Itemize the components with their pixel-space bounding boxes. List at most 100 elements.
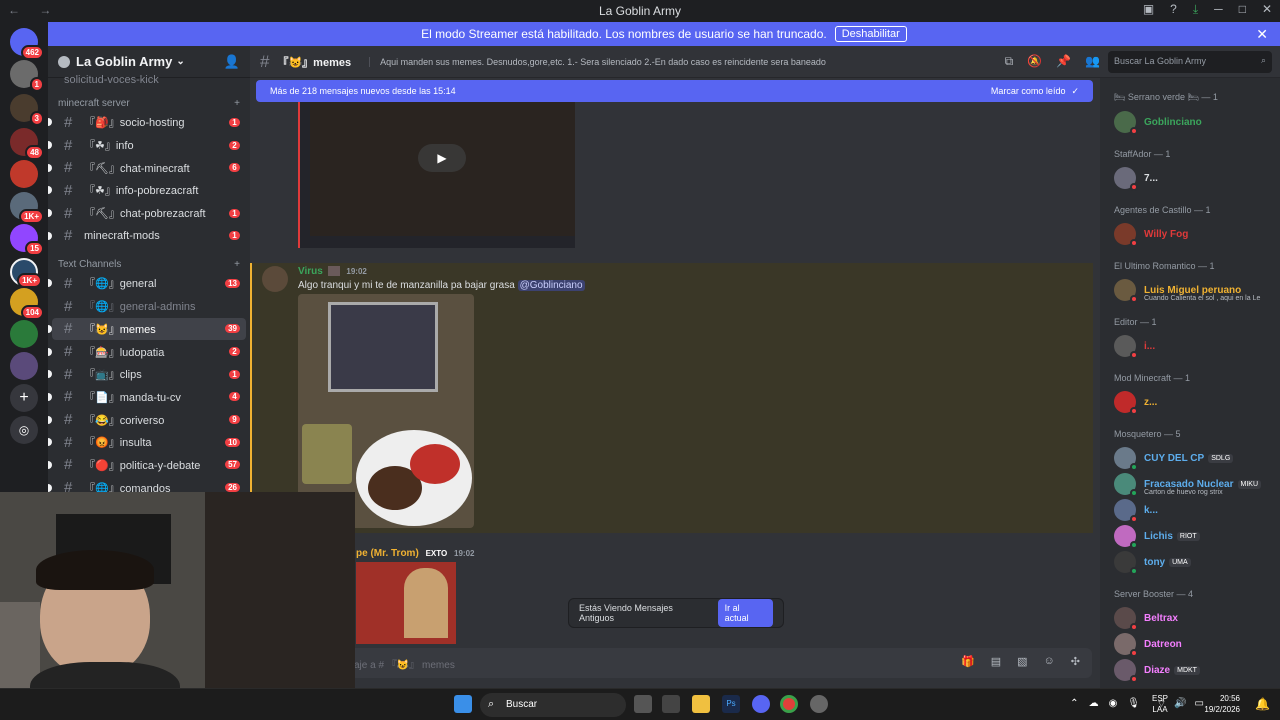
channel-item[interactable]: # 『📄』manda-tu-cv 4 [48, 386, 246, 409]
microphone-icon[interactable]: 🎙 [1127, 698, 1140, 709]
cloud-icon[interactable]: ☁ [1089, 698, 1099, 709]
member-item[interactable]: z... [1100, 389, 1280, 415]
author-name[interactable]: Virus [298, 266, 323, 277]
mark-read-button[interactable]: Marcar como leído [991, 86, 1066, 96]
explore-icon[interactable]: ◎ [10, 416, 38, 444]
app-icon[interactable] [662, 695, 680, 713]
channel-item[interactable]: # 『😂』coriverso 9 [48, 408, 246, 431]
member-item[interactable]: Fracasado Nuclear MIKU Carton de huevo rog… [1100, 471, 1280, 497]
jump-to-present-button[interactable]: Ir al actual [717, 599, 773, 627]
member-item[interactable]: CUY DEL CP SDLG [1100, 445, 1280, 471]
new-messages-bar[interactable]: Más de 218 mensajes nuevos desde las 15:… [256, 80, 1093, 102]
clock[interactable]: 20:56 19/2/2026 [1204, 693, 1240, 715]
channel-item[interactable]: # 『🎒』socio-hosting 1 [48, 111, 246, 134]
member-item[interactable]: Goblinciano [1100, 109, 1280, 135]
server-icon[interactable] [10, 160, 38, 188]
channel-topic[interactable]: Aqui manden sus memes. Desnudos,gore,etc… [369, 56, 826, 67]
server-icon[interactable] [10, 320, 38, 348]
app-icon[interactable] [810, 695, 828, 713]
member-item[interactable]: k... [1100, 497, 1280, 523]
maximize-button[interactable]: □ [1239, 2, 1246, 17]
channel-item[interactable]: # 『📺』clips 1 [48, 363, 246, 386]
apps-icon[interactable]: ✣ [1071, 655, 1080, 668]
emoji-icon[interactable]: ☺ [1044, 655, 1055, 668]
channel-item[interactable]: # 『🌐』general 13 [48, 272, 246, 295]
inbox-icon[interactable]: ▣ [1143, 2, 1154, 17]
invite-people-icon[interactable]: 👤 [224, 54, 240, 70]
banner-close-icon[interactable]: ✕ [1256, 26, 1268, 43]
discord-taskbar-icon[interactable] [752, 695, 770, 713]
member-item[interactable]: Lichis RIOT [1100, 523, 1280, 549]
channel-item[interactable]: # minecraft-mods 1 [48, 224, 246, 247]
channel-item[interactable]: # 『🌐』general-admins [52, 295, 246, 318]
gif-icon[interactable]: ▤ [991, 655, 1001, 668]
threads-icon[interactable]: ⧉ [1005, 54, 1014, 69]
member-item[interactable]: 7... [1100, 165, 1280, 191]
channel-item[interactable]: # 『😺』memes 39 [48, 317, 246, 341]
notifications-icon[interactable]: 🔕 [1027, 54, 1042, 69]
message-author[interactable]: Virus 19:02 [298, 266, 367, 277]
taskbar-search[interactable]: ⌕ Buscar [480, 693, 626, 717]
author-name[interactable]: pe (Mr. Trom) [356, 548, 419, 559]
server-icon[interactable]: 1K+ [10, 192, 44, 224]
channel-item[interactable]: # 『☘』info 2 [48, 134, 246, 157]
channel-item[interactable]: # 『😡』insulta 10 [48, 431, 246, 454]
battery-icon[interactable]: ▭ [1195, 698, 1204, 711]
twitch-server-icon[interactable]: 15 [10, 224, 44, 256]
member-item[interactable]: Willy Fog [1100, 221, 1280, 247]
video-attachment[interactable]: ▶ [298, 100, 575, 248]
server-icon[interactable]: 48 [10, 128, 44, 160]
channel-item[interactable]: # 『⛏』chat-pobrezacraft 1 [48, 202, 246, 225]
chevron-up-icon[interactable]: ⌃ [1070, 698, 1078, 709]
file-explorer-icon[interactable] [692, 695, 710, 713]
task-view-icon[interactable] [634, 695, 652, 713]
play-button-icon[interactable]: ▶ [418, 144, 466, 172]
add-channel-icon[interactable]: + [234, 259, 240, 270]
channel-item[interactable]: # 『🎰』ludopatia 2 [48, 340, 246, 363]
channel-item[interactable]: # 『☘』info-pobrezacraft [48, 179, 246, 202]
user-mention[interactable]: @Goblinciano [517, 280, 585, 291]
channel-item[interactable]: # 『⛏』chat-minecraft 6 [48, 156, 246, 179]
member-item[interactable]: Luis Miguel peruano Cuando Calienta el so… [1100, 277, 1280, 303]
message-author[interactable]: pe (Mr. Trom) EXTO 19:02 [356, 548, 474, 559]
add-channel-icon[interactable]: + [234, 98, 240, 109]
minimize-button[interactable]: ─ [1214, 2, 1223, 17]
channel-item[interactable]: # 『🔴』politica-y-debate 57 [48, 454, 246, 477]
chrome-icon[interactable] [780, 695, 798, 713]
notification-bell-icon[interactable]: 🔔 [1255, 697, 1270, 711]
status-indicator [1130, 623, 1138, 631]
avatar [1114, 525, 1138, 549]
member-item[interactable]: Diaze MDKT [1100, 657, 1280, 683]
windows-start-icon[interactable] [454, 695, 472, 713]
members-icon[interactable]: 👥 [1085, 54, 1100, 69]
member-item[interactable]: Beltrax [1100, 605, 1280, 631]
server-icon[interactable]: 104 [10, 288, 44, 320]
server-icon[interactable] [10, 352, 38, 380]
add-server-icon[interactable]: + [10, 384, 38, 412]
gift-icon[interactable]: 🎁 [961, 655, 975, 668]
server-icon[interactable]: 1 [10, 60, 44, 92]
volume-icon[interactable]: 🔊 [1174, 698, 1186, 711]
app-tray-icon[interactable]: ◉ [1109, 698, 1118, 709]
pin-icon[interactable]: 📌 [1056, 54, 1071, 69]
download-icon[interactable]: ⤓ [1193, 2, 1198, 17]
image-attachment[interactable] [356, 562, 456, 644]
disable-button[interactable]: Deshabilitar [834, 26, 907, 42]
server-icon[interactable]: 1K+ [10, 258, 42, 288]
channel-partial[interactable]: solicitud-voces-kick [52, 74, 246, 86]
member-item[interactable]: tony UMA [1100, 549, 1280, 575]
server-icon[interactable]: 3 [10, 94, 44, 126]
member-item[interactable]: i... [1100, 333, 1280, 359]
sticker-icon[interactable]: ▧ [1017, 655, 1027, 668]
close-window-button[interactable]: ✕ [1262, 2, 1272, 17]
photoshop-icon[interactable]: Ps [722, 695, 740, 713]
avatar[interactable] [262, 266, 288, 292]
help-icon[interactable]: ? [1170, 2, 1177, 17]
discord-home-icon[interactable]: 462 [10, 28, 44, 60]
search-input[interactable]: Buscar La Goblin Army ⌕ [1108, 50, 1272, 73]
member-item[interactable]: Datreon [1100, 631, 1280, 657]
category-minecraft[interactable]: minecraft server + [58, 98, 250, 109]
category-text-channels[interactable]: Text Channels + [58, 259, 250, 270]
message-input[interactable]: aje a # 『😺』 memes 🎁 ▤ ▧ ☺ ✣ [342, 648, 1092, 678]
wifi-icon[interactable]: ⌔ [1157, 698, 1166, 711]
